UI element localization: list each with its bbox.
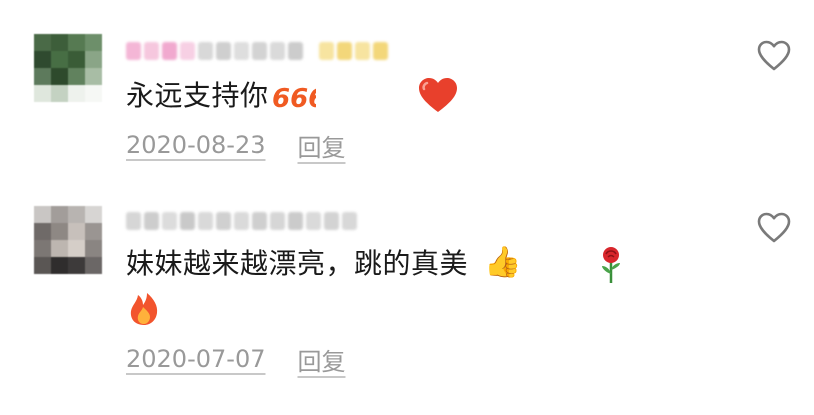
comment-date: 2020-07-07 [126, 345, 266, 373]
avatar[interactable] [34, 34, 102, 102]
comment-meta: 2020-08-23 回复 [126, 128, 345, 162]
heart-outline-icon[interactable] [757, 212, 791, 244]
username-blurred[interactable] [126, 38, 388, 64]
comment-date: 2020-08-23 [126, 131, 266, 159]
comment-text: 永远支持你 [126, 76, 269, 116]
avatar[interactable] [34, 206, 102, 274]
fire-icon [130, 293, 158, 325]
heart-outline-icon[interactable] [757, 40, 791, 72]
comment-text-content: 永远支持你 [126, 79, 269, 112]
comment-meta: 2020-07-07 回复 [126, 342, 345, 376]
heart-emoji-icon [419, 78, 457, 112]
rose-icon [602, 247, 620, 283]
comment-text: 妹妹越来越漂亮，跳的真美 [126, 244, 468, 284]
comment-text-content: 妹妹越来越漂亮，跳的真美 [126, 247, 469, 280]
inline-emoji-text: 666 [272, 84, 316, 112]
reply-button[interactable]: 回复 [297, 128, 345, 163]
reply-button[interactable]: 回复 [297, 342, 345, 377]
fire-666-icon: 666 [272, 84, 316, 112]
thumbs-up-icon: 👍 [484, 245, 522, 280]
username-blurred[interactable] [126, 208, 357, 234]
